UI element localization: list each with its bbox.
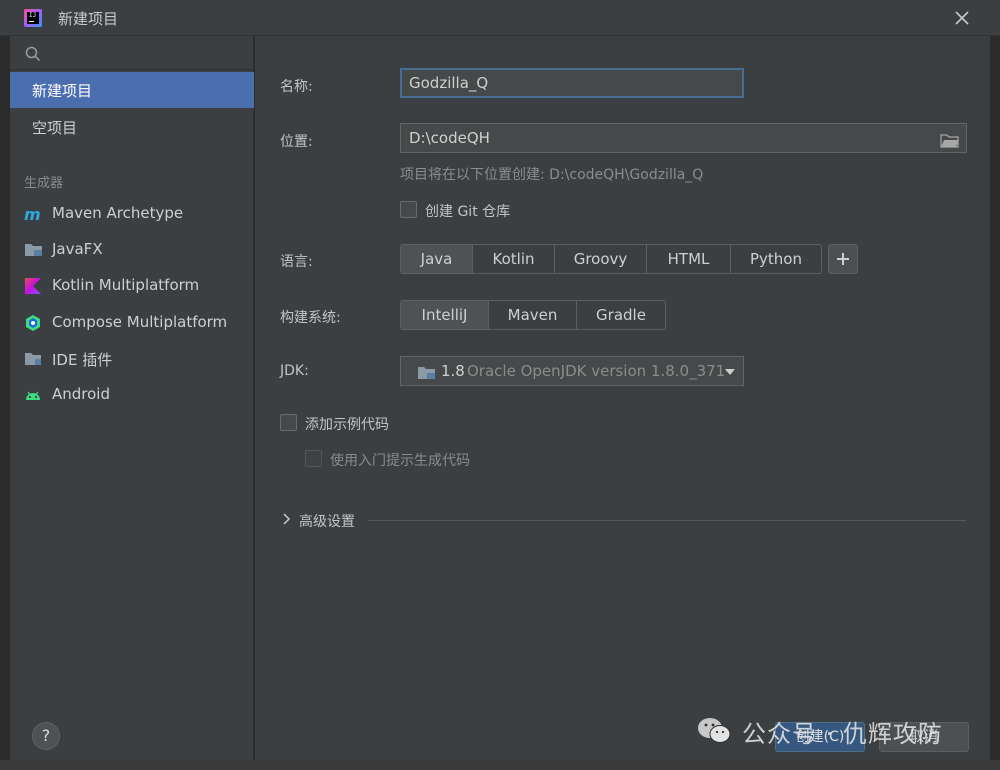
background-edge-bottom — [0, 760, 1000, 770]
sidebar-item-label: 新建项目 — [32, 81, 93, 100]
sidebar-item-compose-multiplatform[interactable]: Compose Multiplatform — [10, 305, 254, 341]
language-option-groovy[interactable]: Groovy — [555, 245, 647, 273]
dialog-title: 新建项目 — [58, 10, 119, 28]
build-system-label: 构建系统: — [280, 310, 341, 326]
search-icon[interactable] — [24, 45, 42, 63]
jdk-folder-icon — [417, 365, 435, 379]
sidebar-item-label: Kotlin Multiplatform — [52, 276, 200, 294]
build-option-gradle[interactable]: Gradle — [577, 301, 665, 329]
language-option-kotlin[interactable]: Kotlin — [473, 245, 555, 273]
advanced-settings-label: 高级设置 — [299, 514, 355, 530]
language-selector: Java Kotlin Groovy HTML Python — [400, 244, 822, 274]
background-edge-left — [0, 36, 10, 760]
sidebar-item-android[interactable]: Android — [10, 377, 254, 413]
create-git-label: 创建 Git 仓库 — [425, 204, 511, 220]
advanced-settings-divider — [368, 520, 966, 521]
sidebar-item-label: JavaFX — [52, 240, 103, 258]
wechat-icon — [696, 716, 732, 746]
intellij-app-icon: IJ — [24, 9, 42, 27]
svg-text:m: m — [24, 205, 41, 223]
sidebar-item-label: Maven Archetype — [52, 204, 184, 222]
sidebar-search[interactable] — [10, 36, 254, 70]
sidebar-item-kotlin-multiplatform[interactable]: Kotlin Multiplatform — [10, 268, 254, 304]
background-edge-right — [990, 36, 1000, 760]
jdk-label: JDK: — [280, 363, 309, 379]
sidebar-item-label: 空项目 — [32, 118, 78, 137]
build-system-selector: IntelliJ Maven Gradle — [400, 300, 666, 330]
sidebar-item-new-project[interactable]: 新建项目 — [10, 72, 254, 108]
wechat-watermark: 公众号 · 仇辉攻防 — [696, 713, 943, 749]
jdk-dropdown[interactable]: 1.8 Oracle OpenJDK version 1.8.0_371 — [400, 356, 744, 386]
name-label: 名称: — [280, 79, 313, 95]
create-git-checkbox[interactable] — [400, 201, 417, 218]
sidebar-item-ide-plugin[interactable]: IDE 插件 — [10, 341, 254, 377]
language-option-java[interactable]: Java — [401, 245, 473, 273]
sidebar-item-label: Compose Multiplatform — [52, 313, 228, 331]
sidebar-item-empty-project[interactable]: 空项目 — [10, 109, 254, 145]
language-option-python[interactable]: Python — [731, 245, 821, 273]
language-label: 语言: — [280, 254, 313, 270]
name-input[interactable]: Godzilla_Q — [400, 68, 744, 98]
add-sample-code-label: 添加示例代码 — [305, 417, 389, 433]
kotlin-icon — [24, 277, 42, 295]
onboarding-tips-label: 使用入门提示生成代码 — [330, 453, 470, 469]
browse-folder-icon[interactable] — [940, 130, 960, 148]
chevron-right-icon — [282, 513, 292, 525]
project-type-sidebar: 新建项目 空项目 生成器 m Maven Archetype JavaFX Ko… — [10, 36, 254, 760]
maven-icon: m — [24, 205, 42, 224]
chevron-down-icon — [725, 369, 735, 375]
location-label: 位置: — [280, 134, 313, 150]
sidebar-item-javafx[interactable]: JavaFX — [10, 232, 254, 268]
location-hint: 项目将在以下位置创建: D:\codeQH\Godzilla_Q — [400, 167, 704, 183]
folder-icon — [24, 241, 42, 259]
build-option-intellij[interactable]: IntelliJ — [401, 301, 489, 329]
dialog-titlebar: IJ 新建项目 — [0, 0, 1000, 36]
android-icon — [24, 386, 42, 404]
project-settings-form: 名称: Godzilla_Q 位置: D:\codeQH 项目将在以下位置创建:… — [255, 36, 990, 760]
compose-icon — [24, 314, 42, 332]
jdk-name: Oracle OpenJDK version 1.8.0_371 — [467, 362, 726, 380]
language-option-html[interactable]: HTML — [647, 245, 731, 273]
location-input[interactable]: D:\codeQH — [400, 123, 967, 153]
sidebar-item-label: IDE 插件 — [52, 351, 113, 369]
close-icon[interactable] — [950, 6, 974, 30]
advanced-settings-toggle[interactable]: 高级设置 — [280, 510, 966, 530]
location-value: D:\codeQH — [409, 129, 490, 147]
add-language-button[interactable] — [828, 244, 858, 274]
generators-section-label: 生成器 — [24, 176, 64, 191]
build-option-maven[interactable]: Maven — [489, 301, 577, 329]
plugin-icon — [24, 350, 42, 368]
help-button[interactable]: ? — [32, 722, 60, 750]
sidebar-item-label: Android — [52, 385, 110, 403]
sidebar-item-maven-archetype[interactable]: m Maven Archetype — [10, 196, 254, 232]
onboarding-tips-checkbox[interactable] — [305, 450, 322, 467]
watermark-text: 公众号 · 仇辉攻防 — [742, 719, 943, 748]
jdk-version: 1.8 — [441, 362, 465, 380]
add-sample-code-checkbox[interactable] — [280, 414, 297, 431]
